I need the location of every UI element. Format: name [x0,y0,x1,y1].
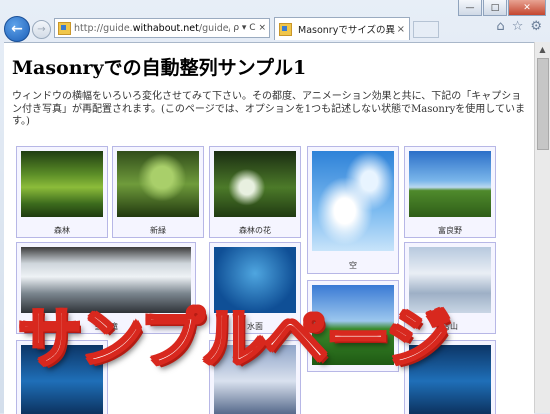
photo-caption: 新緑 [150,226,166,235]
settings-gear-icon[interactable]: ⚙ [530,19,542,34]
photo-item[interactable]: 空 [307,146,399,274]
photo-caption: 空 [349,261,357,270]
tab-masonry-sample[interactable]: Masonryでサイズの異な... × [274,17,410,40]
back-button[interactable]: ← [4,16,30,42]
page-title: Masonryでの自動整列サンプル1 [12,57,307,79]
vertical-scrollbar[interactable]: ▲ [534,42,550,413]
url-path: /guide/gp332/ [198,22,230,34]
photo-item[interactable]: 森林 [16,146,108,238]
url-domain: withabout.net [132,22,199,34]
scroll-up-arrow-icon[interactable]: ▲ [535,42,550,57]
photo-caption: 富良野 [438,226,462,235]
sample-page-banner: サンプルページ [17,303,453,377]
photo-item[interactable]: 富良野 [404,146,496,238]
photo-image [312,151,394,251]
new-tab-button[interactable] [413,21,439,38]
home-icon[interactable]: ⌂ [496,19,504,34]
address-actions-icon[interactable]: ρ ▾ C × [230,23,269,33]
photo-image [409,151,491,217]
toolbar-icons: ⌂ ☆ ⚙ [496,19,542,34]
favorites-star-icon[interactable]: ☆ [512,19,524,34]
tab-favicon-icon [279,22,292,36]
address-bar[interactable]: http://guide.withabout.net/guide/gp332/ … [54,18,270,38]
tab-close-icon[interactable]: × [397,24,405,35]
url-prefix: http://guide. [74,22,133,34]
photo-image [214,151,296,217]
photo-caption: 森林 [54,226,70,235]
photo-item[interactable]: 森林の花 [209,146,301,238]
photo-caption: 森林の花 [239,226,271,235]
tab-title: Masonryでサイズの異な... [298,25,395,36]
scroll-thumb[interactable] [537,58,549,150]
navigation-bar: ← → http://guide.withabout.net/guide/gp3… [0,14,550,42]
url-text[interactable]: http://guide.withabout.net/guide/gp332/ [74,23,230,34]
forward-button[interactable]: → [32,20,51,39]
photo-item[interactable]: 新緑 [112,146,204,238]
site-favicon-icon [58,21,71,35]
intro-text: ウィンドウの横幅をいろいろ変化させてみて下さい。その都度、アニメーション効果と共… [12,91,525,127]
photo-image [21,151,103,217]
photo-image [117,151,199,217]
